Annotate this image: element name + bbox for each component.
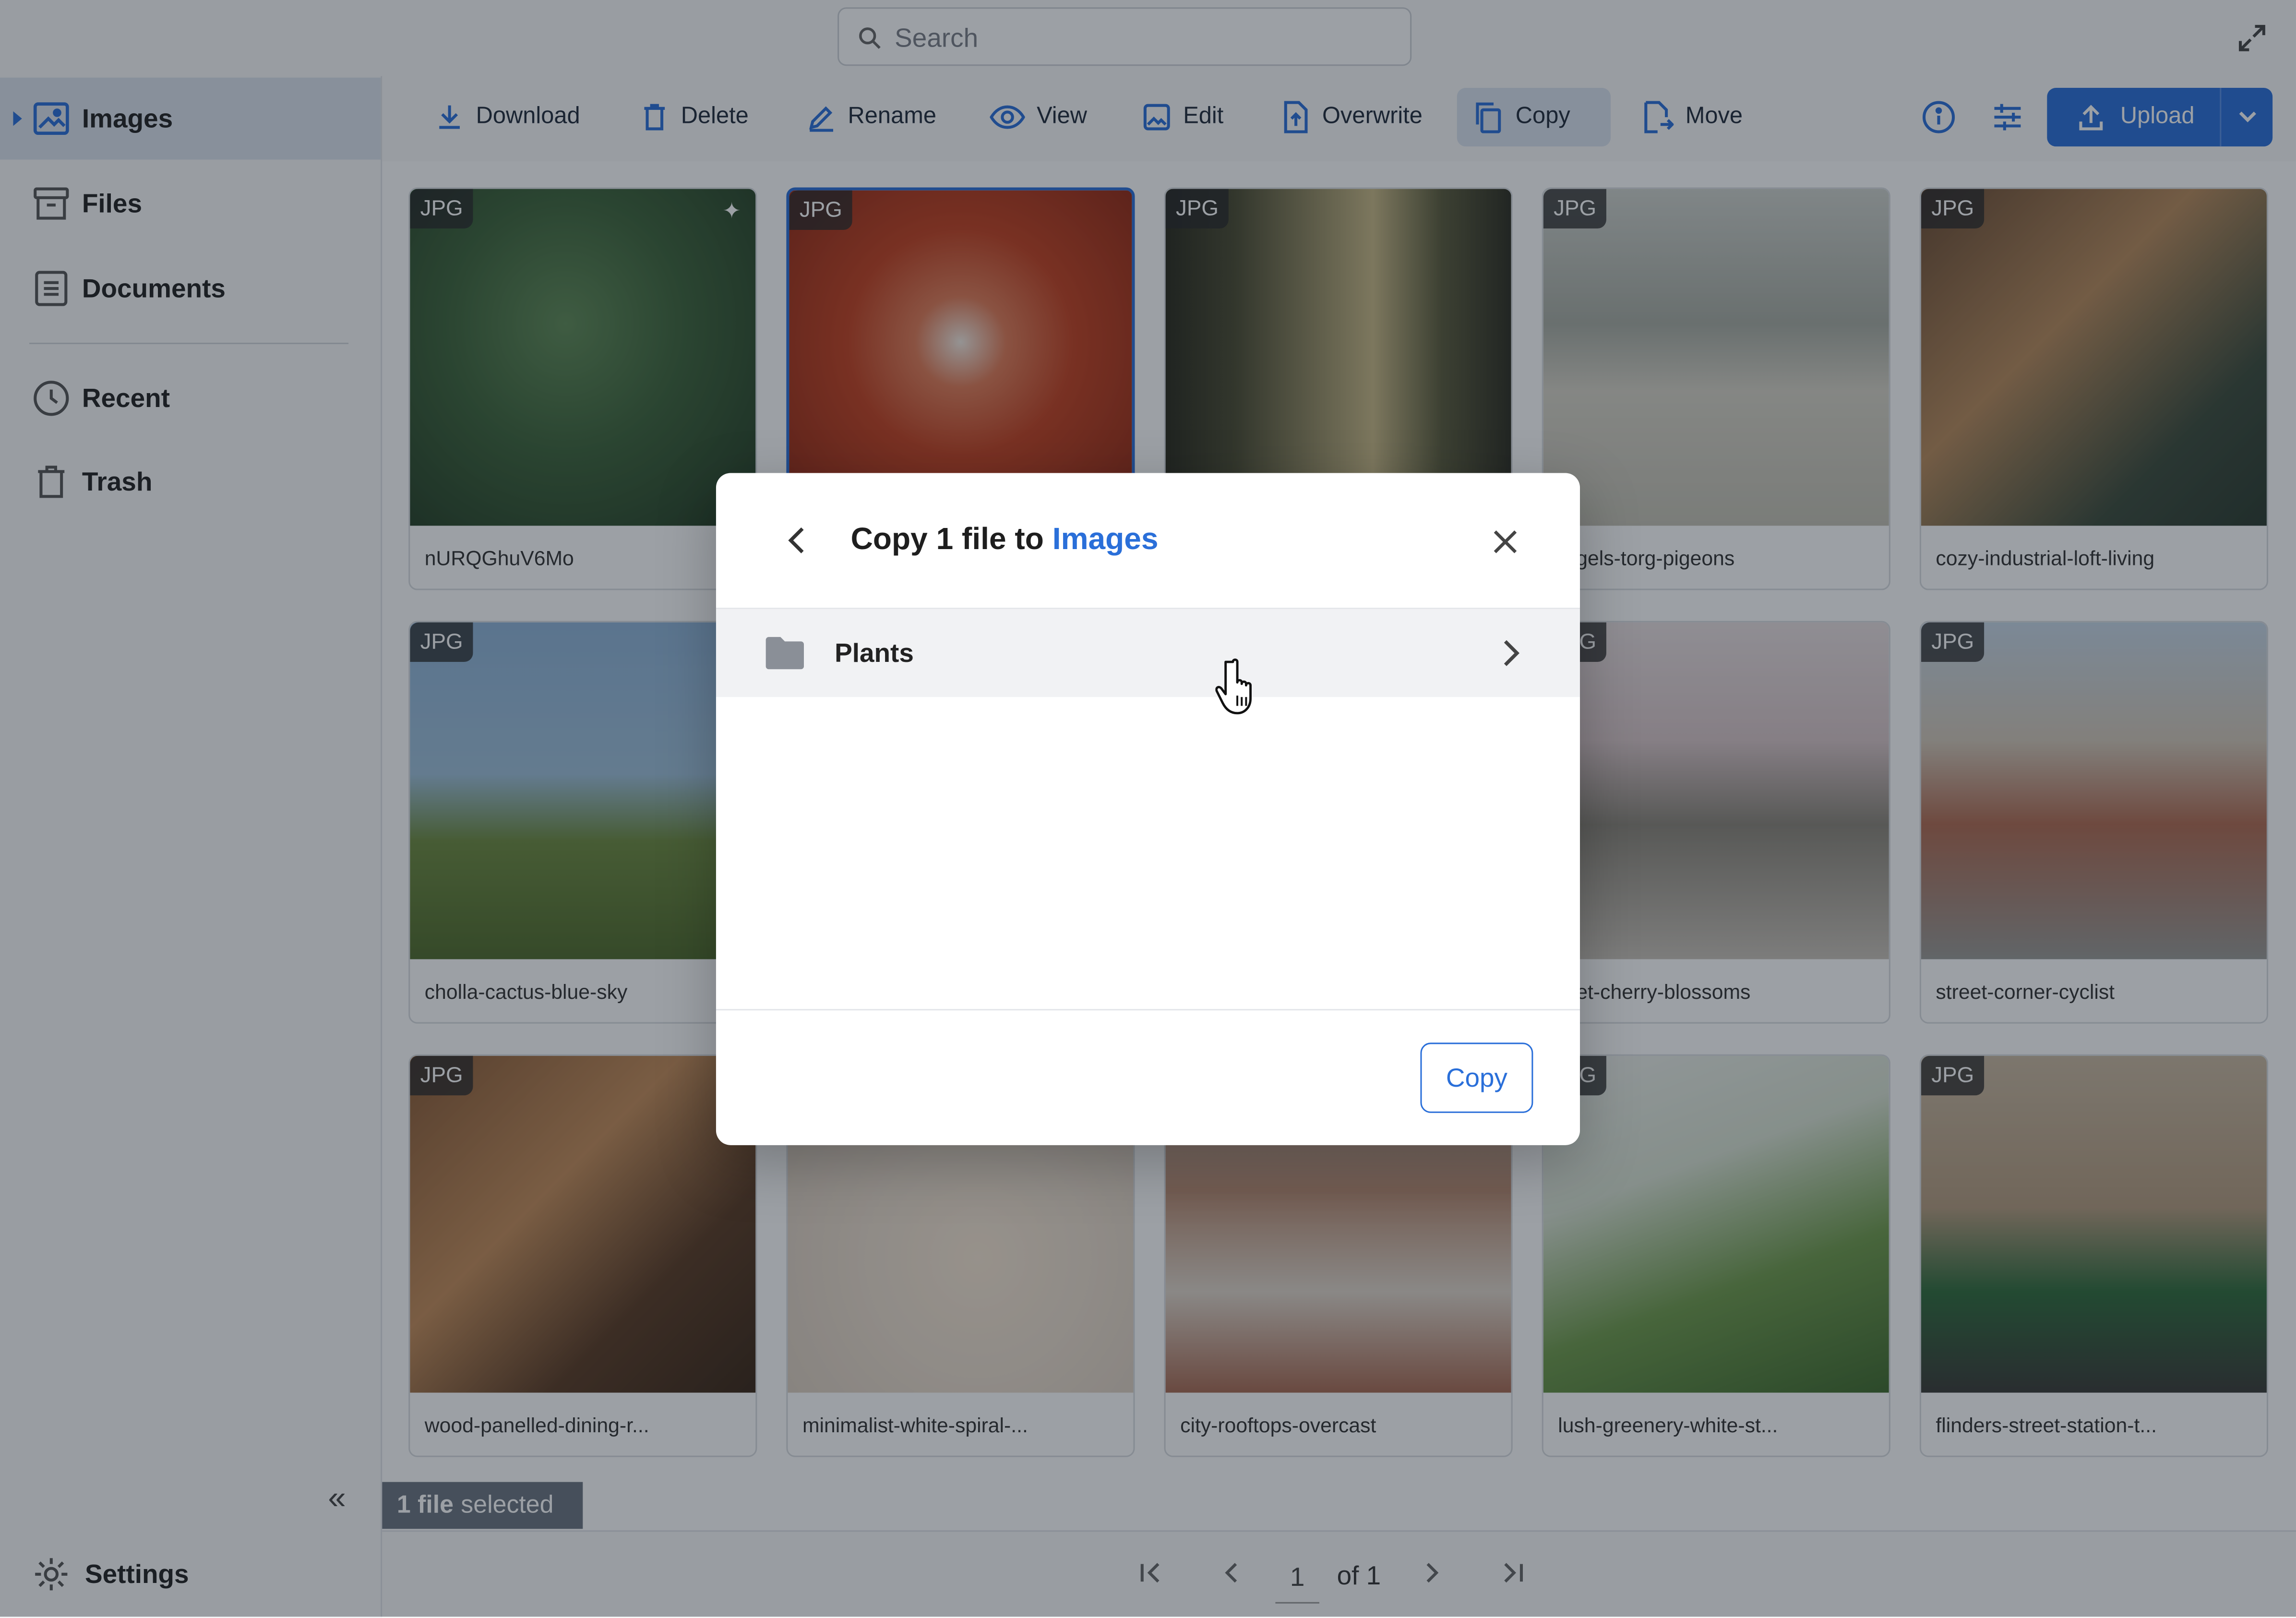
close-icon[interactable] (1489, 526, 1521, 558)
folder-icon (765, 637, 804, 670)
back-arrow-icon[interactable] (780, 523, 815, 558)
folder-row[interactable]: Plants (716, 609, 1580, 697)
copy-dialog: Copy 1 file to Images Plants Copy (716, 473, 1580, 1145)
copy-confirm-button[interactable]: Copy (1420, 1043, 1533, 1113)
dialog-footer-divider (716, 1009, 1580, 1011)
dialog-title: Copy 1 file to Images (851, 523, 1159, 558)
chevron-right-icon[interactable] (1501, 637, 1521, 669)
folder-name: Plants (835, 638, 914, 668)
destination-link[interactable]: Images (1052, 523, 1159, 556)
dialog-title-prefix: Copy 1 file to (850, 523, 1044, 557)
hand-cursor-icon (1215, 659, 1252, 715)
